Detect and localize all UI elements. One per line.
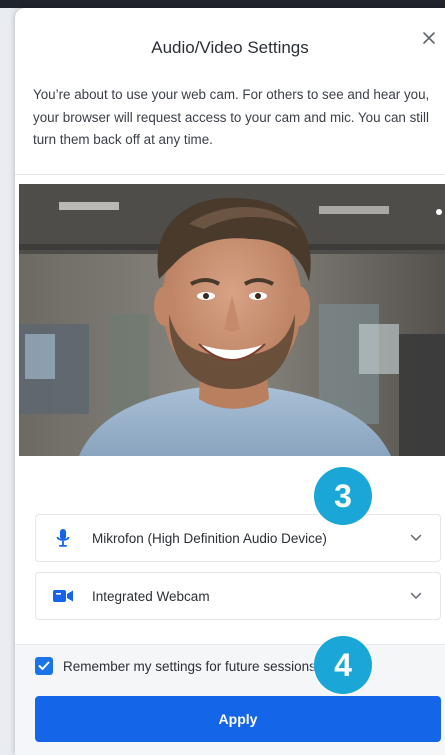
microphone-label: Mikrofon (High Definition Audio Device) bbox=[92, 530, 327, 546]
video-camera-icon bbox=[52, 585, 74, 607]
preview-spacer bbox=[15, 456, 445, 516]
divider bbox=[15, 174, 445, 175]
webcam-preview bbox=[19, 184, 445, 456]
dialog-title: Audio/Video Settings bbox=[151, 38, 309, 57]
av-settings-dialog: Audio/Video Settings You’re about to use… bbox=[15, 8, 445, 755]
checkmark-icon bbox=[38, 661, 50, 670]
remember-checkbox[interactable] bbox=[35, 657, 53, 675]
chevron-down-icon bbox=[408, 588, 424, 604]
microphone-select[interactable]: Mikrofon (High Definition Audio Device) bbox=[35, 514, 441, 562]
camera-select[interactable]: Integrated Webcam bbox=[35, 572, 441, 620]
camera-label: Integrated Webcam bbox=[92, 588, 210, 604]
callout-badge-4: 4 bbox=[314, 636, 372, 694]
remember-label: Remember my settings for future sessions bbox=[63, 658, 316, 674]
chevron-down-icon bbox=[408, 530, 424, 546]
dialog-description: You’re about to use your web cam. For ot… bbox=[33, 87, 430, 147]
callout-badge-3: 3 bbox=[314, 467, 372, 525]
backdrop bbox=[0, 0, 445, 8]
remember-settings: Remember my settings for future sessions bbox=[35, 655, 316, 677]
apply-button[interactable]: Apply bbox=[35, 696, 441, 742]
microphone-icon bbox=[52, 527, 74, 549]
